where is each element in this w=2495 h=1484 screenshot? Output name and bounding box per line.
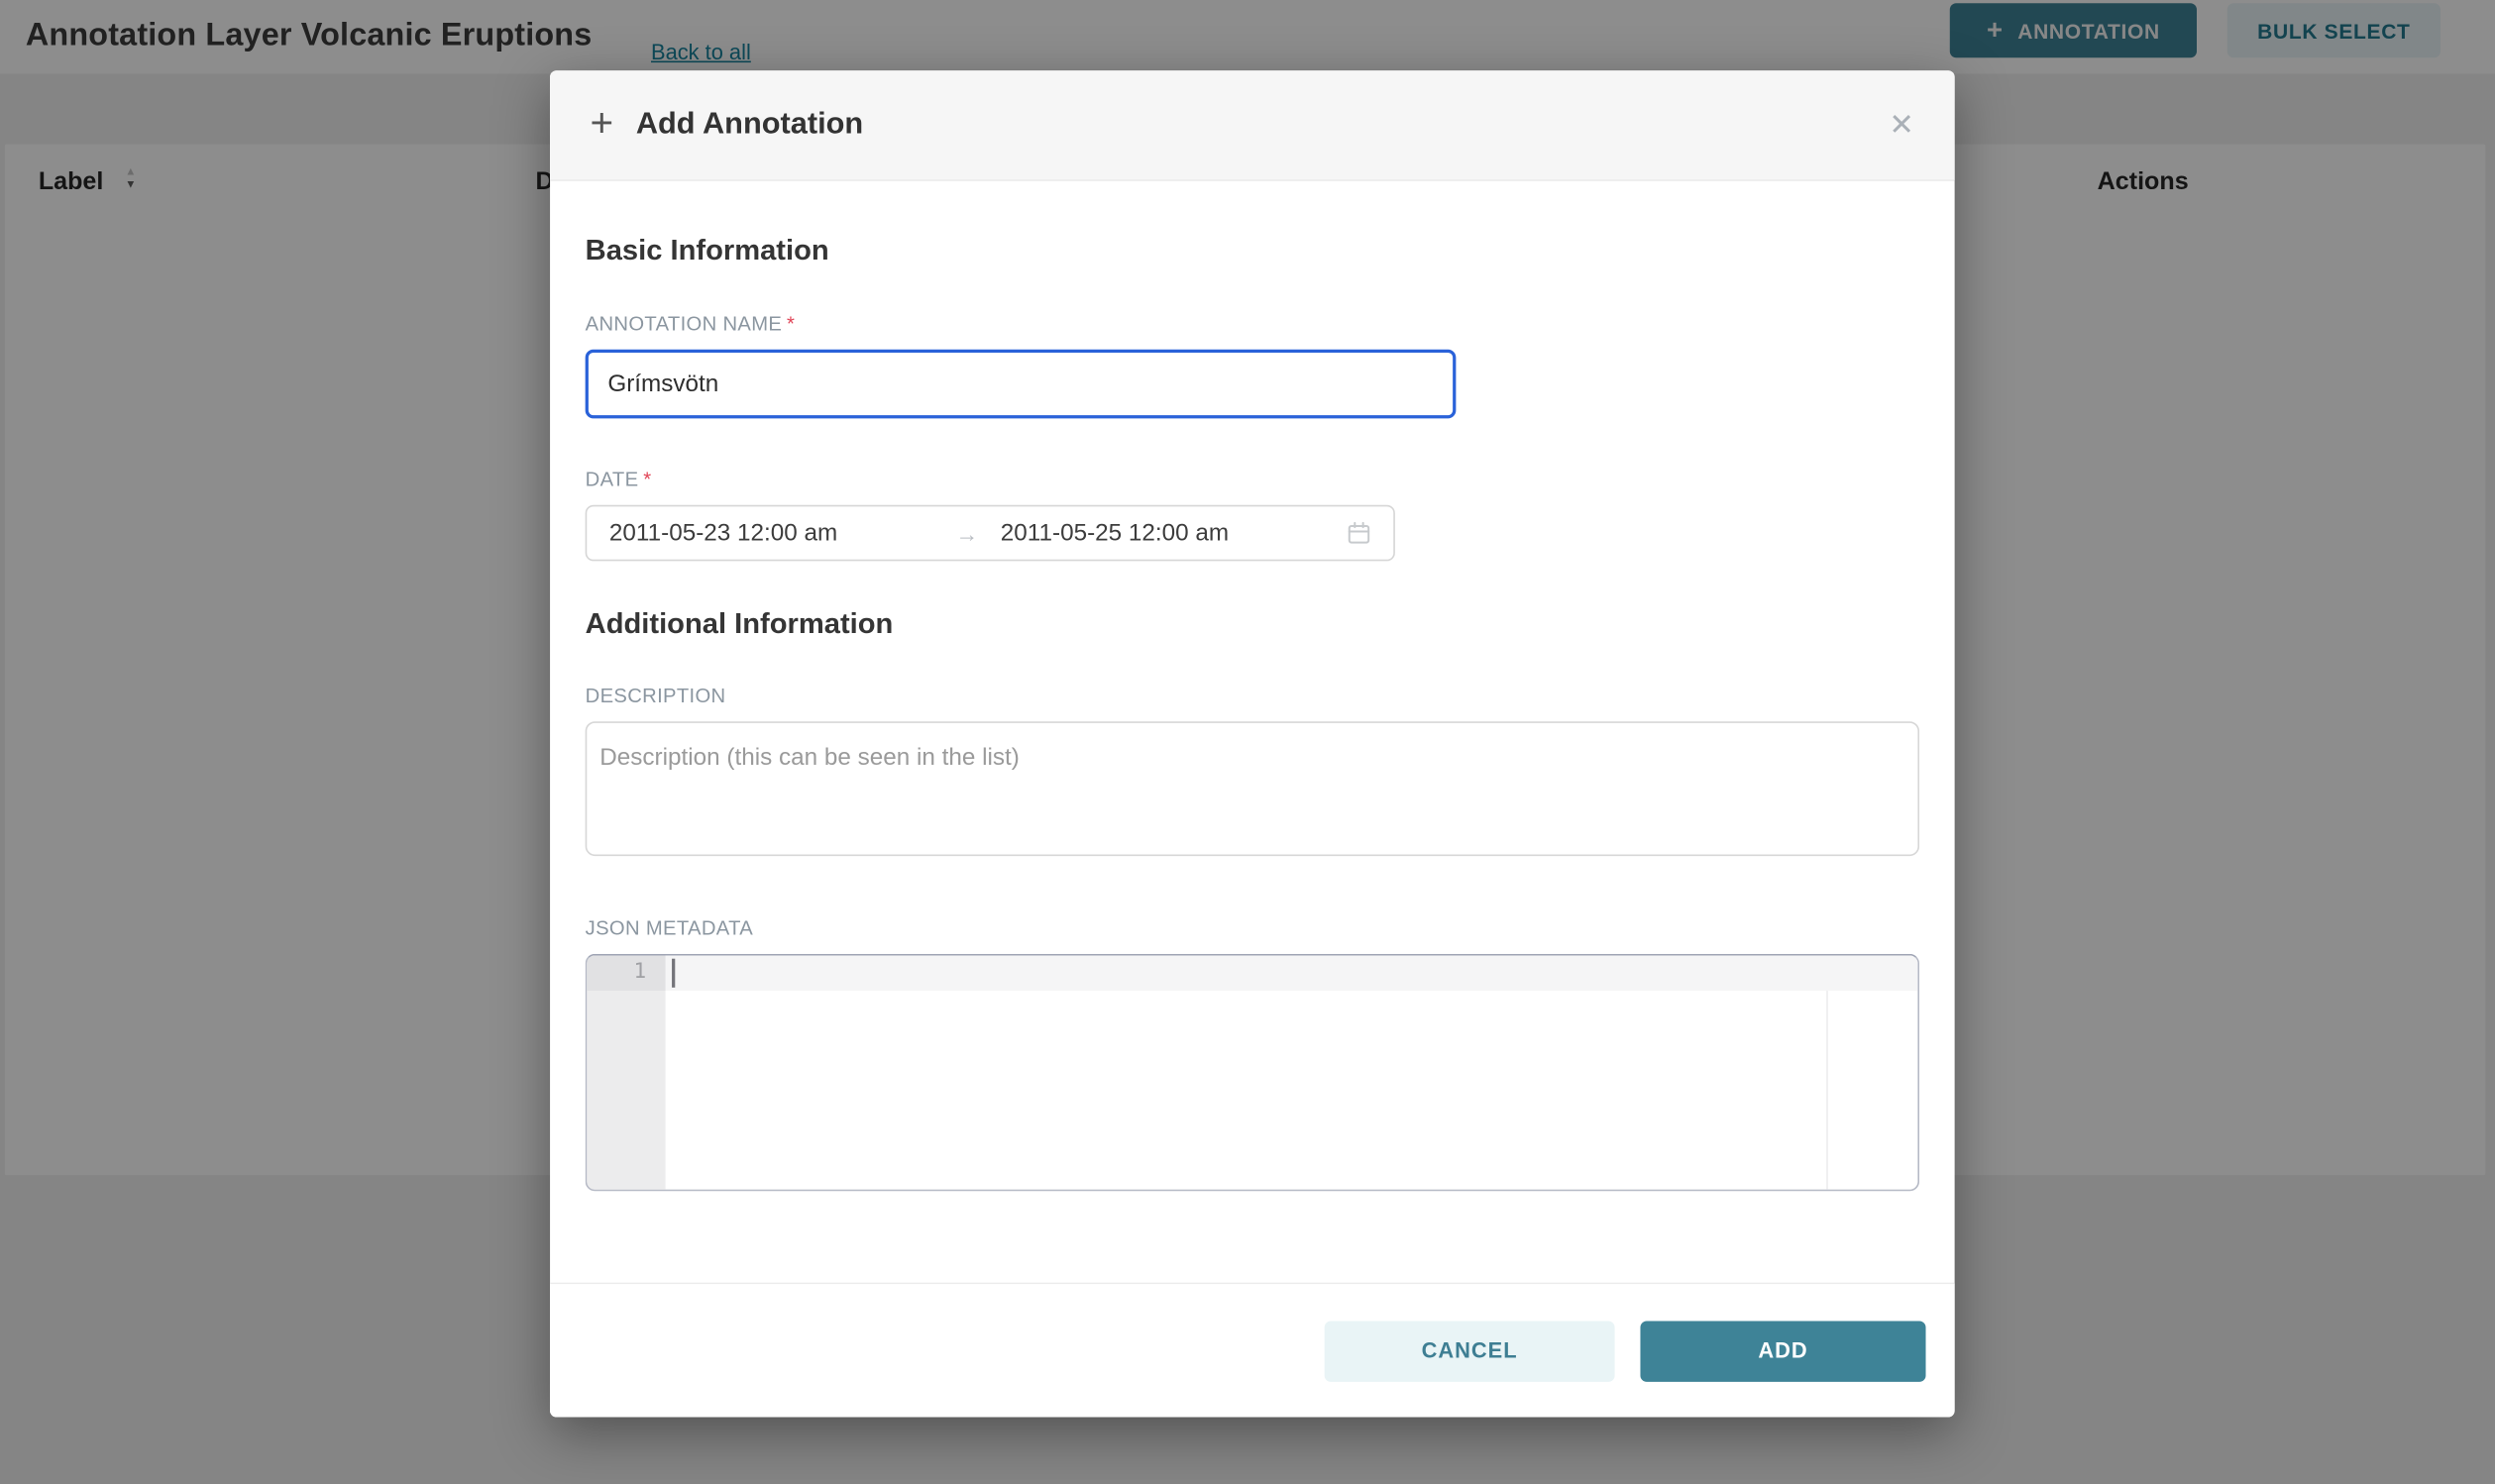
json-metadata-editor[interactable]: 1 — [586, 954, 1919, 1192]
close-icon[interactable]: ✕ — [1889, 110, 1914, 141]
plus-icon: + — [591, 103, 614, 143]
description-textarea[interactable] — [586, 721, 1919, 856]
add-annotation-modal: + Add Annotation ✕ Basic Information ANN… — [550, 70, 1955, 1417]
description-label: DESCRIPTION — [586, 685, 1919, 707]
modal-body: Basic Information ANNOTATION NAME* DATE*… — [550, 181, 1955, 1191]
annotation-name-label-text: ANNOTATION NAME — [586, 313, 783, 336]
cancel-button[interactable]: CANCEL — [1325, 1321, 1615, 1381]
section-additional-information: Additional Information — [586, 607, 1919, 641]
modal-footer: CANCEL ADD — [550, 1283, 1955, 1418]
date-end-value[interactable]: 2011-05-25 12:00 am — [1001, 519, 1348, 547]
range-arrow-icon: → — [955, 520, 1000, 546]
modal-header: + Add Annotation ✕ — [550, 70, 1955, 181]
add-button[interactable]: ADD — [1640, 1321, 1925, 1381]
required-asterisk: * — [643, 469, 651, 491]
required-asterisk: * — [787, 313, 795, 336]
json-metadata-label: JSON METADATA — [586, 917, 1919, 940]
date-label: DATE* — [586, 469, 1919, 491]
date-label-text: DATE — [586, 469, 639, 491]
app-viewport: Annotation Layer Volcanic Eruptions Back… — [0, 0, 2495, 1484]
date-range-picker[interactable]: 2011-05-23 12:00 am → 2011-05-25 12:00 a… — [586, 505, 1395, 562]
date-start-value[interactable]: 2011-05-23 12:00 am — [609, 519, 956, 547]
annotation-name-input[interactable] — [586, 350, 1457, 419]
editor-text-cursor — [672, 959, 675, 988]
editor-line-number: 1 — [587, 955, 665, 991]
calendar-icon — [1347, 521, 1370, 545]
editor-active-line — [666, 955, 1918, 991]
section-basic-information: Basic Information — [586, 234, 1919, 267]
annotation-name-label: ANNOTATION NAME* — [586, 313, 1919, 336]
editor-print-margin — [1826, 991, 1828, 1190]
modal-title: Add Annotation — [636, 107, 863, 143]
